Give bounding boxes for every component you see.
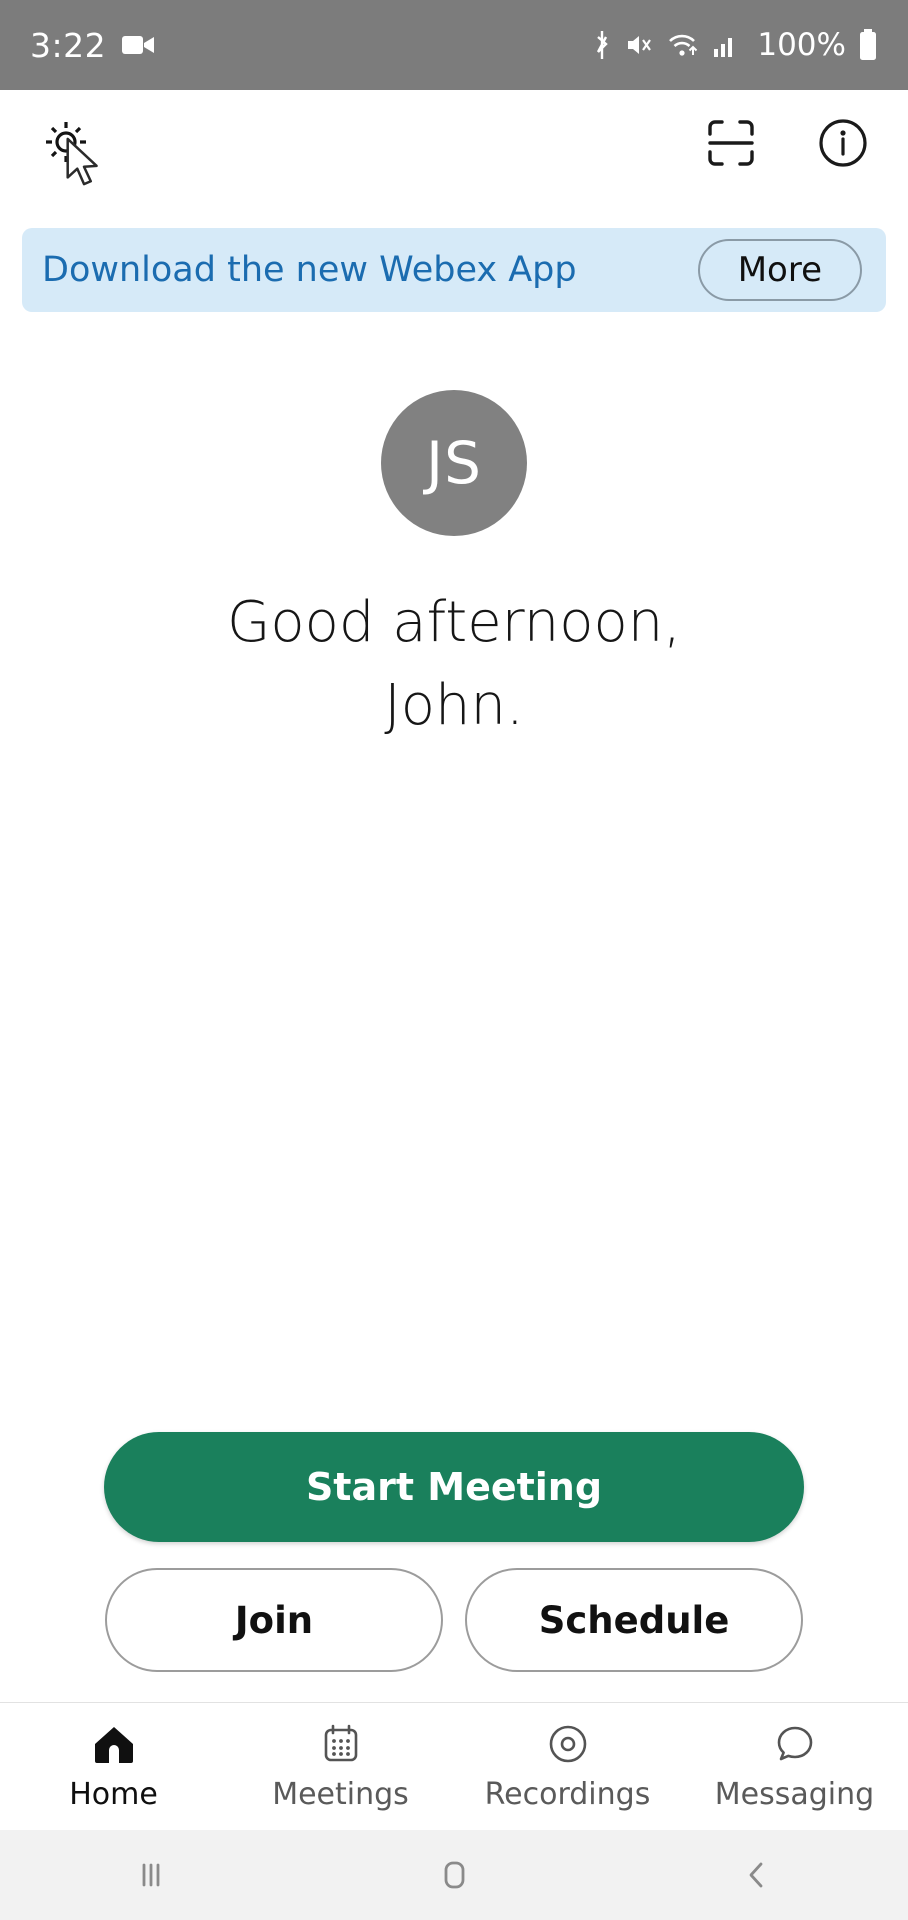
- wifi-icon: [667, 31, 701, 59]
- scan-button[interactable]: [704, 116, 758, 174]
- tab-meetings[interactable]: Meetings: [227, 1721, 454, 1812]
- tab-label-recordings: Recordings: [484, 1777, 651, 1812]
- system-nav-bar: [0, 1830, 908, 1920]
- cellular-signal-icon: [713, 32, 739, 58]
- download-app-banner[interactable]: Download the new Webex App More: [22, 228, 886, 312]
- banner-more-button[interactable]: More: [697, 239, 862, 301]
- status-bar-left: 3:22: [30, 26, 156, 65]
- avatar[interactable]: JS: [381, 390, 527, 536]
- recents-icon: [142, 1863, 160, 1887]
- calendar-icon: [319, 1721, 363, 1767]
- system-recents-button[interactable]: [0, 1855, 303, 1895]
- info-button[interactable]: [816, 116, 870, 174]
- secondary-action-row: Join Schedule: [105, 1568, 803, 1672]
- greeting-line-2: John.: [384, 672, 524, 738]
- app-bar: [0, 90, 908, 200]
- status-bar: 3:22 100%: [0, 0, 908, 90]
- mute-icon: [625, 30, 655, 60]
- chat-bubble-icon: [773, 1721, 817, 1767]
- tab-home[interactable]: Home: [0, 1721, 227, 1812]
- tab-label-messaging: Messaging: [714, 1777, 875, 1812]
- greeting: Good afternoon, John.: [227, 582, 681, 748]
- avatar-initials: JS: [426, 429, 482, 497]
- schedule-button[interactable]: Schedule: [465, 1568, 803, 1672]
- gear-icon: [46, 122, 86, 162]
- tab-recordings[interactable]: Recordings: [454, 1721, 681, 1812]
- start-meeting-button[interactable]: Start Meeting: [104, 1432, 804, 1542]
- status-bar-right: 100%: [591, 27, 878, 63]
- main-content: JS Good afternoon, John. Start Meeting J…: [0, 312, 908, 1702]
- bottom-tab-bar: Home Meetings Recordings Messaging: [0, 1702, 908, 1830]
- battery-percent-label: 100%: [757, 27, 846, 63]
- phone-screen: 3:22 100% Download the new Webex App Mor…: [0, 0, 908, 1920]
- tab-label-meetings: Meetings: [272, 1777, 409, 1812]
- qr-scan-icon: [708, 120, 754, 166]
- video-camera-icon: [122, 33, 156, 57]
- action-buttons: Start Meeting Join Schedule: [0, 1432, 908, 1672]
- system-back-button[interactable]: [605, 1855, 908, 1895]
- bluetooth-icon: [591, 29, 613, 61]
- tab-messaging[interactable]: Messaging: [681, 1721, 908, 1812]
- system-home-button[interactable]: [303, 1855, 606, 1895]
- status-bar-clock: 3:22: [30, 25, 107, 65]
- greeting-line-1: Good afternoon,: [226, 590, 682, 655]
- banner-text: Download the new Webex App: [42, 250, 577, 290]
- home-square-icon: [444, 1861, 465, 1889]
- back-chevron-icon: [749, 1862, 763, 1888]
- app-bar-actions: [704, 116, 870, 174]
- tab-label-home: Home: [69, 1777, 158, 1812]
- join-button[interactable]: Join: [105, 1568, 443, 1672]
- settings-button[interactable]: [38, 115, 98, 186]
- home-icon: [92, 1721, 136, 1767]
- info-circle-icon: [819, 119, 867, 167]
- battery-icon: [858, 29, 878, 61]
- record-circle-icon: [546, 1721, 590, 1767]
